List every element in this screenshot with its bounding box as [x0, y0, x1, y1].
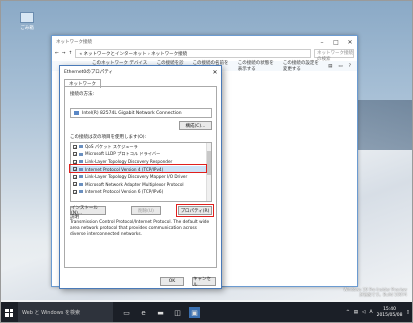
- close-icon[interactable]: ✕: [343, 39, 357, 46]
- component-icon: [79, 160, 83, 164]
- list-item[interactable]: ✓ QoS パケット スケジューラ: [71, 143, 211, 151]
- checkbox[interactable]: ✓: [73, 144, 77, 149]
- preview-pane-icon[interactable]: ▭: [338, 64, 342, 69]
- component-icon: [79, 182, 83, 186]
- list-item-label: Microsoft Network Adapter Multiplexor Pr…: [85, 181, 184, 187]
- taskbar: Web と Windows を検索 ▭ e ▬ ◫ ▣ ^ ▤ ◁ A 15:4…: [0, 302, 413, 323]
- component-icon: [79, 190, 83, 194]
- component-icon: [79, 175, 83, 179]
- configure-button[interactable]: 構成(C)...: [179, 121, 212, 130]
- toolbar-view-status[interactable]: この接続の状態を表示する: [238, 60, 275, 72]
- adapter-name: Intel(R) 82574L Gigabit Network Connecti…: [82, 110, 182, 116]
- view-options-icon[interactable]: ▤: [328, 64, 332, 69]
- list-item[interactable]: ✓ Microsoft LLDP プロトコル ドライバー: [71, 151, 211, 159]
- component-icon: [79, 145, 83, 149]
- list-item[interactable]: ✓ Microsoft Network Adapter Multiplexor P…: [71, 181, 211, 189]
- list-item-label: Microsoft LLDP プロトコル ドライバー: [85, 151, 161, 157]
- desktop-recycle-bin[interactable]: ごみ箱: [14, 12, 40, 31]
- start-button[interactable]: [0, 302, 18, 323]
- network-connections-taskbar-icon[interactable]: ▣: [189, 307, 200, 318]
- desktop-icon-label: ごみ箱: [20, 26, 34, 31]
- windows-logo-icon: [5, 308, 13, 317]
- scrollbar-thumb[interactable]: [207, 151, 211, 175]
- address-bar-row: ← → ↑ « ネットワークとインターネット › ネットワーク接続 ネットワーク…: [55, 48, 354, 62]
- adapter-field: Intel(R) 82574L Gigabit Network Connecti…: [70, 108, 212, 118]
- clock-date: 2015/05/08: [376, 312, 403, 318]
- taskbar-search-box[interactable]: Web と Windows を検索: [18, 302, 113, 323]
- window-title: ネットワーク接続: [56, 40, 92, 45]
- search-input[interactable]: ネットワーク接続の検索: [314, 49, 354, 62]
- system-tray: ^ ▤ ◁ A 15:40 2015/05/08 ▯: [346, 307, 413, 318]
- action-center-icon[interactable]: ▯: [407, 310, 409, 315]
- volume-icon[interactable]: ◁: [362, 310, 365, 315]
- checkbox[interactable]: ✓: [73, 152, 77, 157]
- task-view-icon[interactable]: ▭: [121, 307, 132, 318]
- store-icon[interactable]: ◫: [172, 307, 183, 318]
- address-path[interactable]: « ネットワークとインターネット › ネットワーク接続: [75, 49, 311, 58]
- component-icon: [79, 152, 83, 156]
- forward-arrow-icon[interactable]: →: [62, 51, 66, 56]
- notification-chevron-icon[interactable]: ^: [346, 310, 350, 315]
- edge-browser-icon[interactable]: e: [138, 307, 149, 318]
- list-item-label: Internet Protocol Version 6 (TCP/IPv6): [85, 189, 164, 195]
- checkbox[interactable]: ✓: [73, 174, 77, 179]
- ipv4-highlight-box: [69, 164, 207, 173]
- list-item-label: Link-Layer Topology Discovery Mapper I/O…: [85, 174, 188, 180]
- ethernet-properties-dialog: Ethernet0のプロパティ ✕ ネットワーク 接続の方法: Intel(R)…: [59, 65, 222, 289]
- file-explorer-icon[interactable]: ▬: [155, 307, 166, 318]
- ok-button[interactable]: OK: [160, 277, 184, 286]
- up-arrow-icon[interactable]: ↑: [69, 51, 73, 56]
- back-arrow-icon[interactable]: ←: [55, 51, 59, 56]
- windows-watermark: Windows 10 Pro Insider Preview 評価版です。Bui…: [343, 287, 407, 297]
- uninstall-button[interactable]: 削除(U): [131, 206, 161, 215]
- description-text: Transmission Control Protocol/Internet P…: [70, 220, 210, 237]
- window-titlebar: ネットワーク接続 – □ ✕: [52, 36, 357, 48]
- cancel-button[interactable]: キャンセル: [192, 277, 216, 288]
- list-item[interactable]: ✓ Internet Protocol Version 6 (TCP/IPv6): [71, 188, 211, 196]
- checkbox[interactable]: ✓: [73, 189, 77, 194]
- toolbar-change-settings[interactable]: この接続の設定を変更する: [283, 60, 320, 72]
- items-label: この接続は次の項目を使用します(O):: [70, 135, 147, 140]
- network-adapter-icon: [74, 111, 79, 115]
- network-tab-panel: 接続の方法: Intel(R) 82574L Gigabit Network C…: [64, 86, 217, 268]
- maximize-icon[interactable]: □: [329, 39, 343, 46]
- taskbar-clock[interactable]: 15:40 2015/05/08: [377, 307, 403, 318]
- network-tray-icon[interactable]: ▤: [354, 310, 358, 315]
- watermark-line2: 評価版です。Build 10074: [359, 292, 407, 297]
- dialog-title: Ethernet0のプロパティ: [64, 70, 113, 75]
- list-item-label: QoS パケット スケジューラ: [85, 143, 138, 149]
- minimize-icon[interactable]: –: [315, 39, 329, 46]
- dialog-titlebar: Ethernet0のプロパティ ✕: [60, 66, 221, 78]
- properties-highlight-box: [176, 204, 214, 217]
- recycle-bin-icon: [20, 12, 34, 23]
- list-item[interactable]: ✓ Link-Layer Topology Discovery Mapper I/…: [71, 173, 211, 181]
- dialog-close-icon[interactable]: ✕: [209, 69, 221, 76]
- help-icon[interactable]: ?: [349, 64, 351, 69]
- ime-indicator[interactable]: A: [369, 310, 372, 315]
- checkbox[interactable]: ✓: [73, 182, 77, 187]
- connect-using-label: 接続の方法:: [70, 92, 95, 97]
